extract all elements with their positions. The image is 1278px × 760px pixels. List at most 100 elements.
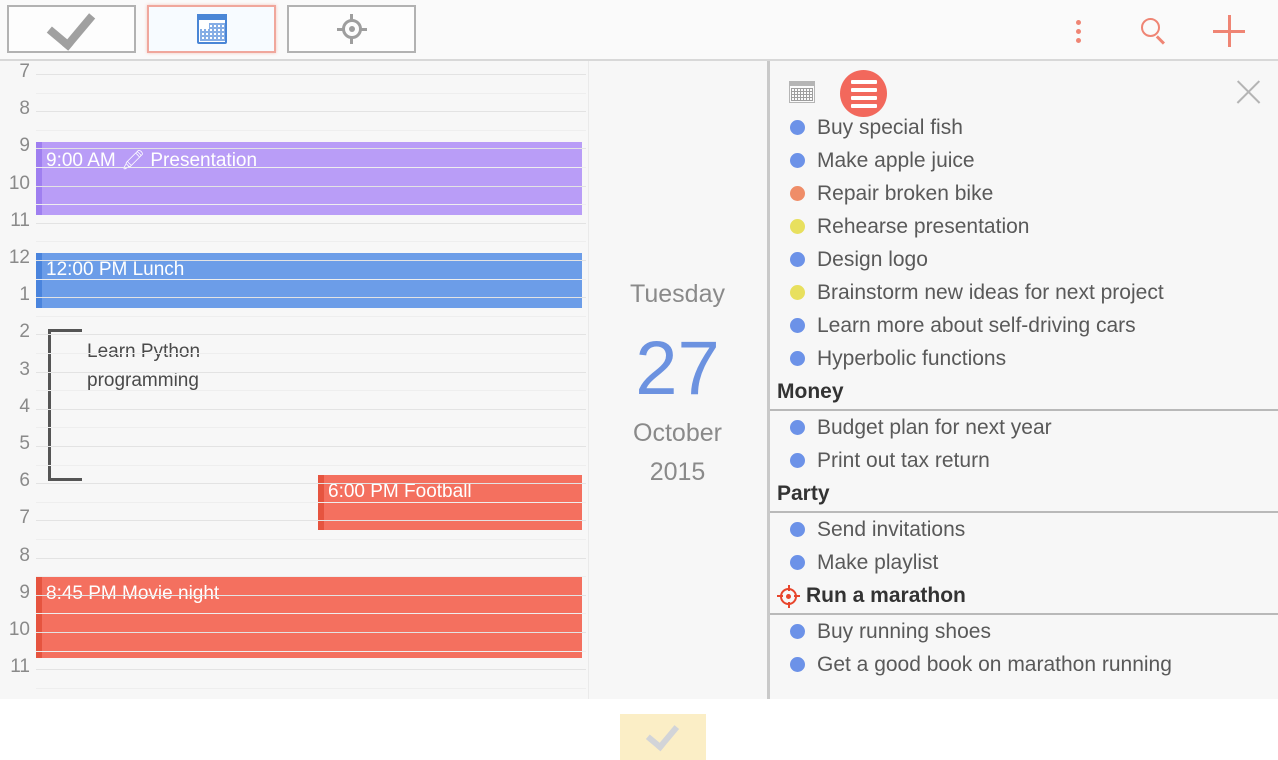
task-priority-bullet[interactable]: [790, 153, 805, 168]
task-label: Buy running shoes: [817, 620, 991, 643]
hour-label: 10: [8, 172, 30, 194]
target-icon: [777, 584, 800, 608]
event-label: 12:00 PM Lunch: [46, 259, 185, 280]
event-color-stripe: [36, 577, 42, 658]
check-icon: [46, 0, 95, 51]
task-list-item[interactable]: Hyperbolic functions: [770, 342, 1278, 375]
tab-calendar[interactable]: [147, 5, 276, 53]
task-group-header[interactable]: Party: [770, 477, 1278, 513]
hour-label: 10: [8, 619, 30, 640]
hour-gridline: [36, 334, 586, 336]
date-day-number: 27: [635, 326, 720, 411]
date-summary-panel: Tuesday 27 October 2015: [588, 61, 766, 760]
task-list-item[interactable]: Design logo: [770, 243, 1278, 276]
calendar-event[interactable]: 12:00 PM Lunch: [36, 253, 582, 308]
half-hour-gridline: [36, 315, 586, 317]
hour-gridline: [36, 408, 586, 410]
top-toolbar: [0, 0, 1278, 61]
date-month: October: [633, 419, 722, 447]
half-hour-gridline: [36, 576, 586, 578]
close-icon[interactable]: [1231, 75, 1265, 109]
task-label: Brainstorm new ideas for next project: [817, 281, 1164, 304]
task-priority-bullet[interactable]: [790, 318, 805, 333]
calendar-event[interactable]: 8:45 PM Movie night: [36, 577, 582, 658]
task-label: Buy special fish: [817, 116, 963, 139]
task-list-item[interactable]: Repair broken bike: [770, 177, 1278, 210]
event-color-stripe: [36, 253, 42, 308]
task-list-item[interactable]: Make playlist: [770, 546, 1278, 579]
task-list-item[interactable]: Send invitations: [770, 513, 1278, 546]
list-icon[interactable]: [840, 70, 887, 117]
hour-gridline: [36, 594, 586, 596]
half-hour-gridline: [36, 204, 586, 206]
half-hour-gridline: [36, 464, 586, 466]
task-list-item[interactable]: Learn more about self-driving cars: [770, 309, 1278, 342]
task-priority-bullet[interactable]: [790, 219, 805, 234]
half-hour-gridline: [36, 687, 586, 689]
task-list-item[interactable]: Buy running shoes: [770, 615, 1278, 648]
hour-label: 9: [19, 135, 30, 157]
task-label: Make playlist: [817, 551, 939, 574]
add-button[interactable]: [1208, 10, 1250, 52]
task-priority-bullet[interactable]: [790, 285, 805, 300]
task-list-panel: Buy special fish Make apple juice Repair b…: [767, 61, 1278, 699]
calendar-icon[interactable]: [789, 81, 815, 103]
hour-gridline: [36, 557, 586, 559]
task-priority-bullet[interactable]: [790, 120, 805, 135]
day-column[interactable]: Learn Python programming 9:00 AM 🖍 Presen…: [36, 61, 588, 699]
calendar-event-outline[interactable]: [48, 329, 82, 481]
hour-label: 11: [10, 209, 30, 231]
task-list-item[interactable]: Print out tax return: [770, 444, 1278, 477]
hour-gridline: [36, 297, 586, 299]
more-vertical-icon: [1075, 19, 1081, 43]
calendar-event-outline-label[interactable]: Learn Python programming: [87, 337, 200, 395]
hour-label: 9: [19, 581, 30, 603]
hour-label: 7: [19, 61, 30, 82]
task-list-item[interactable]: Get a good book on marathon running: [770, 648, 1278, 681]
calendar-icon: [196, 14, 227, 44]
task-group-header[interactable]: Money: [770, 375, 1278, 411]
check-icon: [645, 716, 679, 751]
task-list-item[interactable]: Buy special fish: [770, 111, 1278, 144]
task-list-body: Buy special fish Make apple juice Repair b…: [770, 111, 1278, 681]
task-list-item[interactable]: Rehearse presentation: [770, 210, 1278, 243]
half-hour-gridline: [36, 92, 586, 94]
all-day-task-card[interactable]: [620, 714, 706, 760]
task-list-item[interactable]: Brainstorm new ideas for next project: [770, 276, 1278, 309]
half-hour-gridline: [36, 241, 586, 243]
task-label: Budget plan for next year: [817, 416, 1052, 439]
tab-tasks[interactable]: [7, 0, 136, 53]
target-icon: [336, 14, 367, 44]
event-label: 8:45 PM Movie night: [46, 583, 220, 604]
half-hour-gridline: [36, 501, 586, 503]
hour-label: 1: [19, 284, 30, 306]
half-hour-gridline: [36, 539, 586, 540]
task-priority-bullet[interactable]: [790, 522, 805, 537]
task-label: Send invitations: [817, 518, 966, 541]
half-hour-gridline: [36, 167, 586, 168]
task-group-header[interactable]: Run a marathon: [770, 579, 1278, 615]
task-priority-bullet[interactable]: [790, 555, 805, 570]
hour-gridline: [36, 222, 586, 224]
task-group-title: Party: [777, 482, 830, 505]
task-priority-bullet[interactable]: [790, 657, 805, 672]
hour-gridline: [36, 669, 586, 671]
task-priority-bullet[interactable]: [790, 252, 805, 267]
task-priority-bullet[interactable]: [790, 186, 805, 201]
search-button[interactable]: [1132, 10, 1174, 52]
task-list-item[interactable]: Make apple juice: [770, 144, 1278, 177]
task-priority-bullet[interactable]: [790, 420, 805, 435]
tab-goals[interactable]: [287, 5, 416, 53]
task-priority-bullet[interactable]: [790, 453, 805, 468]
hour-gridline: [36, 371, 586, 373]
hour-label: 8: [19, 544, 30, 566]
task-list-item[interactable]: Budget plan for next year: [770, 411, 1278, 444]
task-priority-bullet[interactable]: [790, 351, 805, 366]
task-label: Rehearse presentation: [817, 215, 1030, 238]
hour-gridline: [36, 632, 586, 633]
overflow-menu-button[interactable]: [1057, 10, 1099, 52]
hour-label: 6: [19, 470, 30, 492]
hour-gridline: [36, 446, 586, 447]
task-label: Learn more about self-driving cars: [817, 314, 1136, 337]
task-priority-bullet[interactable]: [790, 624, 805, 639]
